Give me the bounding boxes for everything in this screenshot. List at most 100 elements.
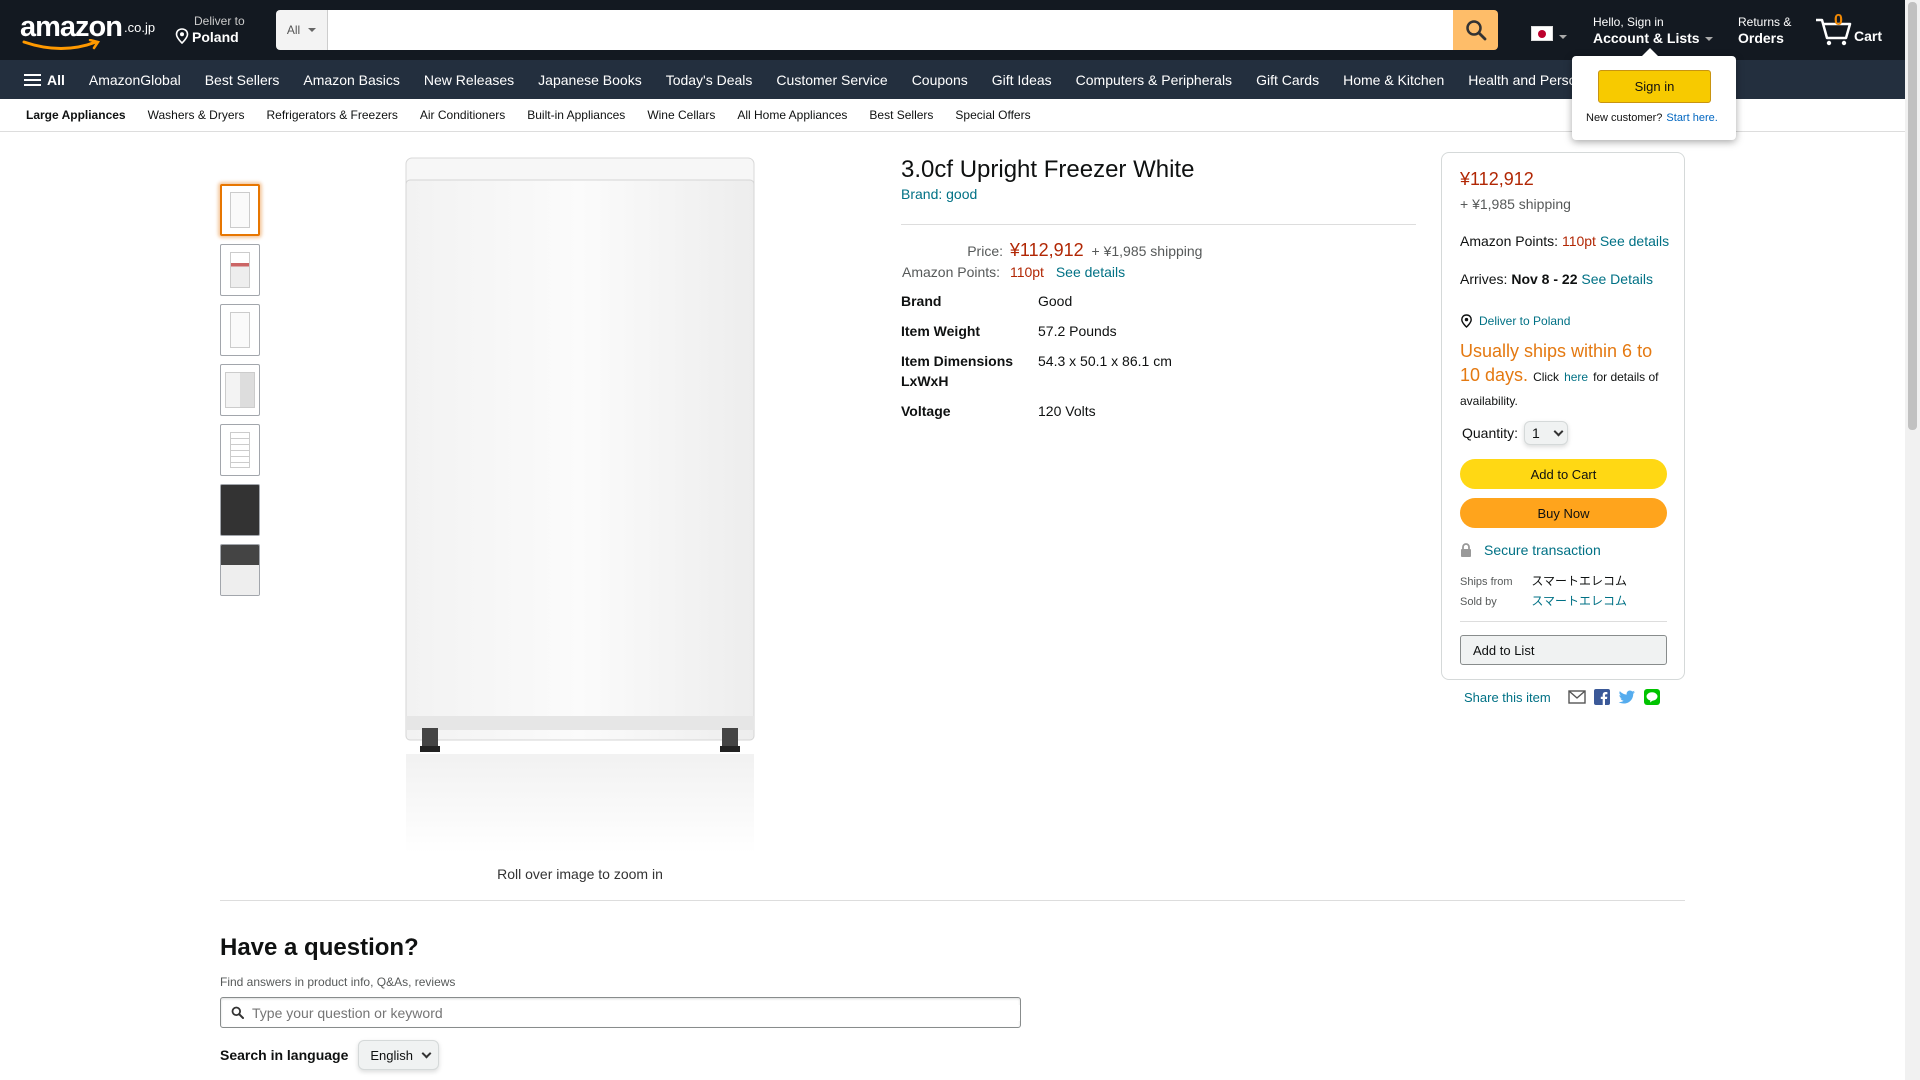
thumbnail[interactable]: [220, 424, 260, 476]
sold-by-label: Sold by: [1460, 596, 1497, 608]
thumbnail[interactable]: [220, 184, 260, 236]
signin-button[interactable]: Sign in: [1598, 70, 1711, 103]
twitter-icon[interactable]: [1618, 690, 1636, 705]
quantity-dropdown[interactable]: 1: [1524, 421, 1569, 445]
search-input[interactable]: [328, 10, 1453, 50]
subnav-washers-dryers[interactable]: Washers & Dryers: [148, 108, 245, 122]
nav-item-amazon-basics[interactable]: Amazon Basics: [303, 72, 399, 88]
line-icon[interactable]: [1643, 689, 1660, 705]
account-line1: Hello, Sign in: [1593, 15, 1664, 29]
nav-item-computers[interactable]: Computers & Peripherals: [1076, 72, 1232, 88]
availability-text: Usually ships within 6 to 10 days. Click…: [1460, 339, 1675, 411]
logo-wordmark: amazon: [20, 11, 123, 43]
lock-icon: [1461, 543, 1471, 557]
nav-item-customer-service[interactable]: Customer Service: [776, 72, 887, 88]
add-to-cart-button[interactable]: Add to Cart: [1460, 459, 1667, 489]
facebook-icon[interactable]: [1593, 689, 1610, 705]
deliver-line1: Deliver to: [194, 14, 245, 28]
subnav-all-home-appliances[interactable]: All Home Appliances: [737, 108, 847, 122]
question-search-input[interactable]: [252, 1004, 1020, 1021]
share-label[interactable]: Share this item: [1464, 690, 1551, 705]
deliver-to-link[interactable]: Deliver to Poland: [1460, 314, 1570, 328]
ships-from-row: Ships from スマートエレコム: [1460, 572, 1627, 589]
deliver-line2: Poland: [192, 29, 239, 45]
cart-button[interactable]: 0 Cart: [1814, 12, 1894, 48]
subnav-built-in[interactable]: Built-in Appliances: [527, 108, 625, 122]
buy-now-button[interactable]: Buy Now: [1460, 498, 1667, 528]
returns-line2: Orders: [1738, 30, 1784, 46]
search-button[interactable]: [1453, 10, 1498, 50]
spec-value: Good: [1038, 293, 1073, 309]
thumbnail-list: [220, 184, 260, 604]
scrollbar-thumb[interactable]: [1908, 2, 1917, 430]
subnav-special-offers[interactable]: Special Offers: [955, 108, 1030, 122]
thumbnail-image: [230, 192, 250, 228]
nav-item-coupons[interactable]: Coupons: [912, 72, 968, 88]
secure-transaction-link[interactable]: Secure transaction: [1460, 542, 1601, 558]
nav-item-amazonglobal[interactable]: AmazonGlobal: [89, 72, 181, 88]
thumbnail[interactable]: [220, 304, 260, 356]
sold-by-link[interactable]: スマートエレコム: [1531, 594, 1627, 608]
new-customer-text: New customer? Start here.: [1586, 112, 1718, 124]
thumbnail-image: [230, 432, 250, 468]
divider: [901, 224, 1416, 225]
product-main-image[interactable]: [400, 150, 760, 860]
arrives-dates: Nov 8 - 22: [1511, 271, 1578, 287]
thumbnail[interactable]: [220, 244, 260, 296]
brand-link[interactable]: Brand: good: [901, 186, 977, 202]
search-category-dropdown[interactable]: All: [276, 10, 328, 50]
buybox-points-label: Amazon Points:: [1460, 233, 1559, 249]
thumbnail[interactable]: [220, 364, 260, 416]
arrives-label: Arrives:: [1460, 271, 1508, 287]
points-details-link[interactable]: See details: [1056, 264, 1125, 280]
shipping-cost: + ¥1,985 shipping: [1091, 243, 1203, 259]
nav-item-home-kitchen[interactable]: Home & Kitchen: [1343, 72, 1444, 88]
subnav-wine-cellars[interactable]: Wine Cellars: [647, 108, 715, 122]
email-icon[interactable]: [1568, 690, 1586, 704]
subnav-large-appliances[interactable]: Large Appliances: [26, 108, 126, 122]
search-icon: [1465, 20, 1486, 41]
subnav-air-conditioners[interactable]: Air Conditioners: [420, 108, 505, 122]
ships-from-label: Ships from: [1460, 576, 1513, 588]
subnav-best-sellers[interactable]: Best Sellers: [869, 108, 933, 122]
caret-down-icon: [308, 28, 317, 32]
availability-here-link[interactable]: here: [1564, 370, 1588, 384]
thumbnail[interactable]: [220, 544, 260, 596]
nav-item-best-sellers[interactable]: Best Sellers: [205, 72, 280, 88]
nav-item-gift-ideas[interactable]: Gift Ideas: [992, 72, 1052, 88]
points-value: 110pt: [1009, 264, 1044, 280]
question-search-box: [220, 997, 1021, 1028]
returns-and-orders[interactable]: Returns & Orders: [1738, 15, 1791, 47]
deliver-to[interactable]: Deliver to Poland: [175, 14, 245, 46]
nav-item-japanese-books[interactable]: Japanese Books: [538, 72, 642, 88]
spec-row: Brand Good: [901, 291, 1172, 321]
search-language-row: Search in language English: [220, 1040, 440, 1070]
deliver-to-text: Deliver to Poland: [1479, 314, 1571, 328]
all-menu-label: All: [47, 71, 65, 88]
points-row: Amazon Points: 110pt See details: [901, 264, 1125, 280]
quantity-value: 1: [1532, 425, 1540, 441]
search-bar: All: [276, 10, 1498, 50]
page-scrollbar[interactable]: [1905, 0, 1920, 1080]
amazon-logo[interactable]: amazon .co.jp: [20, 11, 155, 50]
nav-item-new-releases[interactable]: New Releases: [424, 72, 514, 88]
quantity-label: Quantity:: [1462, 425, 1519, 441]
add-to-list-button[interactable]: Add to List: [1460, 635, 1667, 665]
language-selector[interactable]: [1531, 26, 1567, 41]
caret-down-icon: [1559, 34, 1567, 39]
arrives-details-link[interactable]: See Details: [1581, 271, 1653, 287]
hamburger-icon: [24, 73, 41, 86]
nav-item-todays-deals[interactable]: Today's Deals: [666, 72, 753, 88]
location-pin-icon: [175, 28, 189, 44]
buybox-points-link[interactable]: See details: [1600, 233, 1669, 249]
location-pin-icon: [1461, 314, 1472, 328]
all-menu-button[interactable]: All: [24, 72, 65, 88]
nav-item-gift-cards[interactable]: Gift Cards: [1256, 72, 1319, 88]
thumbnail[interactable]: [220, 484, 260, 536]
language-dropdown[interactable]: English: [358, 1040, 440, 1070]
subnav-refrigerators-freezers[interactable]: Refrigerators & Freezers: [267, 108, 398, 122]
price-label: Price:: [967, 243, 1003, 259]
account-and-lists[interactable]: Hello, Sign in Account & Lists: [1593, 15, 1713, 47]
start-here-link[interactable]: Start here.: [1666, 112, 1717, 124]
spec-value: 54.3 x 50.1 x 86.1 cm: [1038, 353, 1172, 369]
